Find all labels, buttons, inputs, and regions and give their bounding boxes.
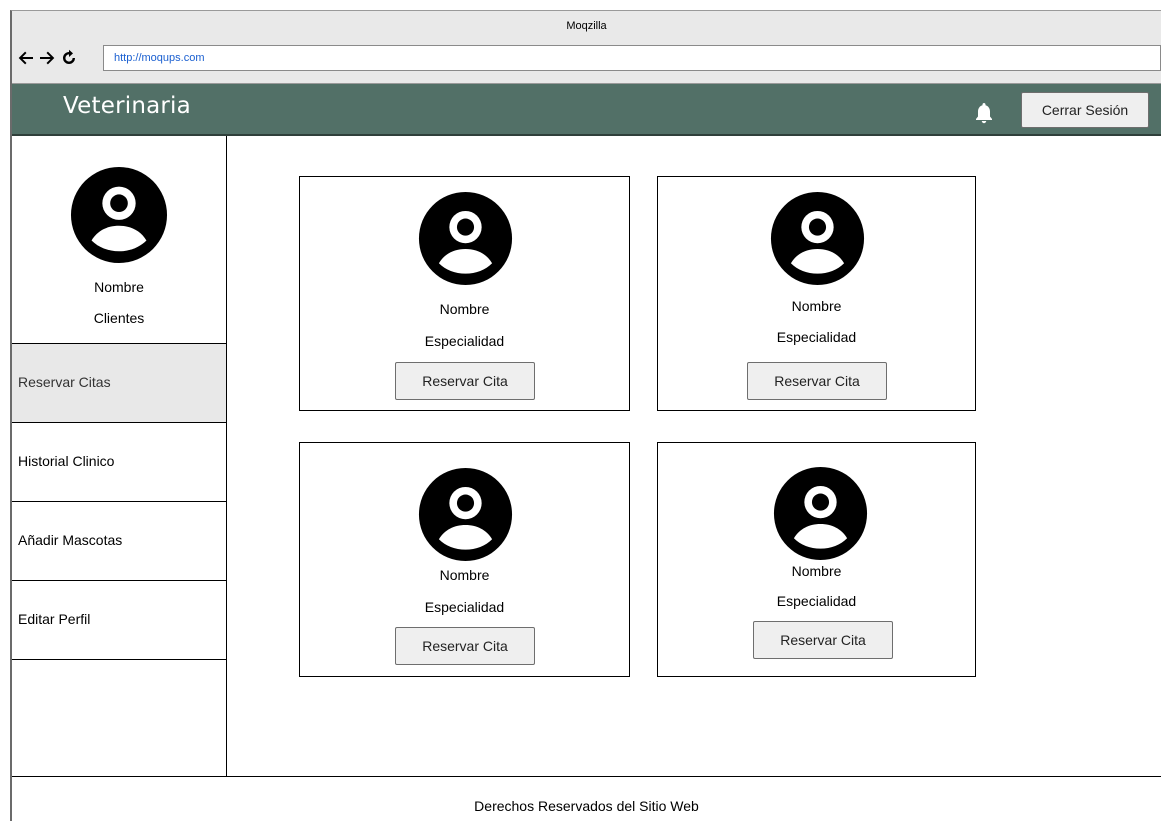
vet-specialty: Especialidad [776,329,857,345]
profile-role: Clientes [93,310,145,326]
sidebar-item-historial-clinico[interactable]: Historial Clinico [12,422,226,501]
reload-icon[interactable] [60,49,78,67]
profile-name: Nombre [94,279,144,295]
vet-specialty: Especialidad [424,599,505,615]
footer: Derechos Reservados del Sitio Web [12,776,1161,821]
url-input[interactable]: http://moqups.com [103,45,1161,71]
vet-name: Nombre [439,301,490,317]
user-avatar-icon [418,191,513,286]
vet-card: Nombre Especialidad Reservar Cita [657,176,976,411]
reservar-cita-button[interactable]: Reservar Cita [753,621,893,659]
reservar-cita-button[interactable]: Reservar Cita [395,362,535,400]
profile-panel: Nombre Clientes [12,136,226,343]
vet-name: Nombre [791,298,842,314]
user-avatar-icon [70,166,168,264]
address-bar: http://moqups.com [12,41,1161,84]
sidebar-item-editar-perfil[interactable]: Editar Perfil [12,580,226,659]
window-title: Moqzilla [12,11,1161,41]
vet-specialty: Especialidad [776,593,857,609]
reservar-cita-button[interactable]: Reservar Cita [395,627,535,665]
vet-name: Nombre [791,563,842,579]
sidebar-menu: Reservar Citas Historial Clinico Añadir … [12,343,226,660]
back-arrow-icon[interactable] [17,49,35,67]
reservar-cita-button[interactable]: Reservar Cita [747,362,887,400]
brand-title: Veterinaria [63,93,191,119]
user-avatar-icon [418,467,513,562]
menu-divider [12,659,226,660]
user-avatar-icon [773,466,868,561]
vet-card: Nombre Especialidad Reservar Cita [299,442,630,677]
vet-name: Nombre [439,567,490,583]
sidebar-item-reservar-citas[interactable]: Reservar Citas [12,343,226,422]
forward-arrow-icon[interactable] [38,49,56,67]
vet-specialty: Especialidad [424,333,505,349]
vet-card: Nombre Especialidad Reservar Cita [657,442,976,677]
logout-button[interactable]: Cerrar Sesión [1021,92,1149,128]
bell-icon[interactable] [972,101,996,125]
vet-card: Nombre Especialidad Reservar Cita [299,176,630,411]
browser-window: Moqzilla http://moqups.com Veterinaria C… [10,10,1161,821]
user-avatar-icon [770,191,865,286]
app-header: Veterinaria Cerrar Sesión [12,84,1161,136]
sidebar-item-anadir-mascotas[interactable]: Añadir Mascotas [12,501,226,580]
sidebar: Nombre Clientes Reservar Citas Historial… [12,136,227,776]
